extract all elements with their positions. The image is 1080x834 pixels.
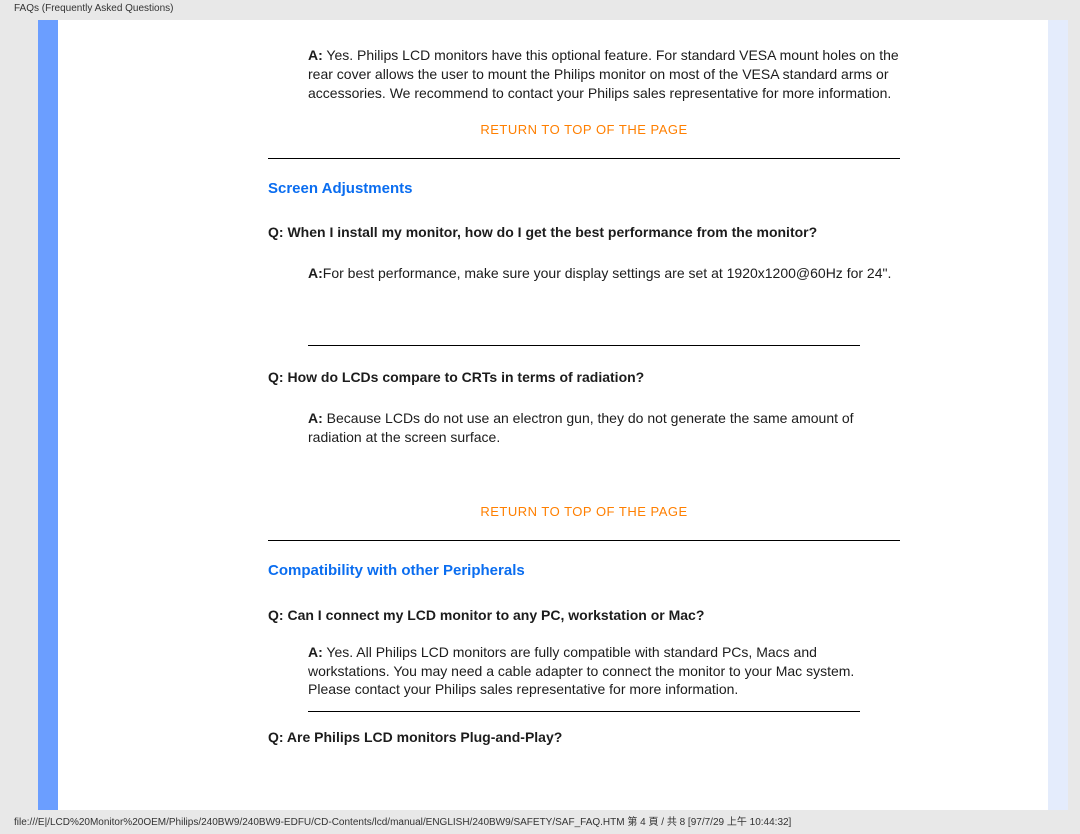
answer-radiation-text: Because LCDs do not use an electron gun,… (308, 410, 854, 445)
section-divider (268, 540, 900, 541)
return-to-top-link[interactable]: RETURN TO TOP OF THE PAGE (268, 503, 900, 521)
question-label: Q: (268, 369, 284, 385)
question-plug-and-play-text: Are Philips LCD monitors Plug-and-Play? (284, 729, 563, 745)
answer-install-performance-text: For best performance, make sure your dis… (323, 265, 892, 281)
answer-label: A: (308, 410, 323, 426)
question-plug-and-play: Q: Are Philips LCD monitors Plug-and-Pla… (268, 728, 900, 747)
question-install-performance-text: When I install my monitor, how do I get … (284, 224, 818, 240)
answer-label: A: (308, 47, 323, 63)
inner-divider (308, 711, 860, 712)
question-install-performance: Q: When I install my monitor, how do I g… (268, 223, 900, 242)
question-label: Q: (268, 607, 284, 623)
answer-pc-mac: A: Yes. All Philips LCD monitors are ful… (268, 643, 900, 700)
right-color-band (1048, 20, 1068, 810)
inner-divider (308, 345, 860, 346)
return-to-top-link[interactable]: RETURN TO TOP OF THE PAGE (268, 121, 900, 139)
section-divider (268, 158, 900, 159)
answer-install-performance: A:For best performance, make sure your d… (268, 264, 900, 283)
question-pc-mac-text: Can I connect my LCD monitor to any PC, … (284, 607, 705, 623)
question-pc-mac: Q: Can I connect my LCD monitor to any P… (268, 606, 900, 625)
page-body: A: Yes. Philips LCD monitors have this o… (58, 20, 1048, 810)
page-footer-path: file:///E|/LCD%20Monitor%20OEM/Philips/2… (14, 813, 791, 828)
answer-radiation: A: Because LCDs do not use an electron g… (268, 409, 900, 447)
answer-label: A: (308, 265, 323, 281)
section-heading-compatibility: Compatibility with other Peripherals (268, 561, 900, 581)
content-area: A: Yes. Philips LCD monitors have this o… (268, 20, 900, 810)
mount-answer-block: A: Yes. Philips LCD monitors have this o… (268, 46, 900, 103)
question-radiation-text: How do LCDs compare to CRTs in terms of … (284, 369, 645, 385)
question-radiation: Q: How do LCDs compare to CRTs in terms … (268, 368, 900, 387)
question-label: Q: (268, 729, 284, 745)
section-heading-screen-adjustments: Screen Adjustments (268, 179, 900, 199)
mount-answer-text: Yes. Philips LCD monitors have this opti… (308, 47, 899, 101)
page-header-label: FAQs (Frequently Asked Questions) (14, 3, 174, 14)
answer-pc-mac-text: Yes. All Philips LCD monitors are fully … (308, 644, 854, 698)
answer-label: A: (308, 644, 323, 660)
left-color-band (38, 20, 58, 810)
question-label: Q: (268, 224, 284, 240)
